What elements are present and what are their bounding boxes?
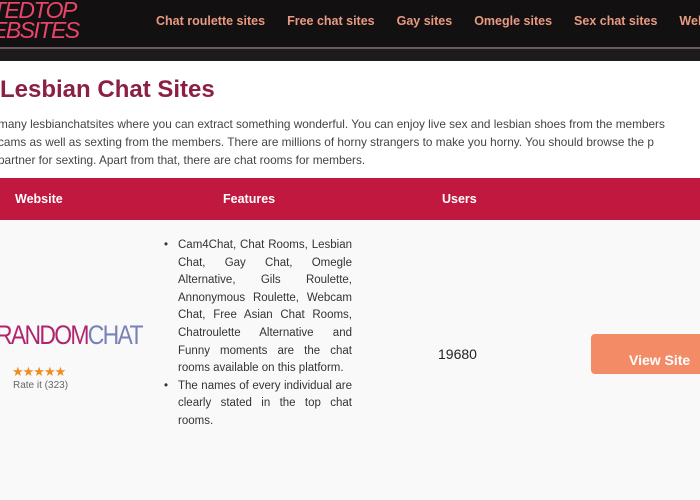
nav-chat-roulette[interactable]: Chat roulette sites xyxy=(156,14,265,28)
features-list: Cam4Chat, Chat Rooms, Lesbian Chat, Gay … xyxy=(163,237,352,431)
star-rating-icon[interactable]: ★★★★★ xyxy=(12,364,66,380)
nav-webcam[interactable]: Webcam xyxy=(679,14,700,28)
intro-text: many lesbianchatsites where you can extr… xyxy=(0,115,700,169)
site-header: TEDTOP EBSITES Chat roulette sites Free … xyxy=(0,0,700,47)
list-item: Cam4Chat, Chat Rooms, Lesbian Chat, Gay … xyxy=(163,237,352,378)
intro-line: cams as well as sexting from the members… xyxy=(0,135,654,149)
nav-sex-chat[interactable]: Sex chat sites xyxy=(574,14,657,28)
list-item: The names of every individual are clearl… xyxy=(163,378,352,431)
users-count: 19680 xyxy=(438,346,477,362)
header-users: Users xyxy=(442,192,477,206)
randomchat-logo[interactable]: RANDOMCHAT xyxy=(0,320,144,351)
rate-label[interactable]: Rate it (323) xyxy=(13,380,68,391)
logo-part: CHAT xyxy=(87,320,144,350)
logo-part: RANDOM xyxy=(0,320,90,350)
table-header: Website Features Users xyxy=(0,178,700,220)
main-nav: Chat roulette sites Free chat sites Gay … xyxy=(156,14,700,28)
header-divider xyxy=(0,47,700,61)
page-title: Lesbian Chat Sites xyxy=(0,76,215,103)
nav-gay[interactable]: Gay sites xyxy=(397,14,453,28)
nav-omegle[interactable]: Omegle sites xyxy=(474,14,552,28)
site-logo[interactable]: TEDTOP EBSITES xyxy=(0,0,80,43)
logo-line-2: EBSITES xyxy=(0,17,80,43)
nav-free-chat[interactable]: Free chat sites xyxy=(287,14,375,28)
view-site-button[interactable]: View Site xyxy=(591,334,700,374)
intro-line: partner for sexting. Apart from that, th… xyxy=(0,153,366,167)
header-website: Website xyxy=(15,192,63,206)
header-features: Features xyxy=(223,192,276,206)
intro-line: many lesbianchatsites where you can extr… xyxy=(0,117,665,131)
